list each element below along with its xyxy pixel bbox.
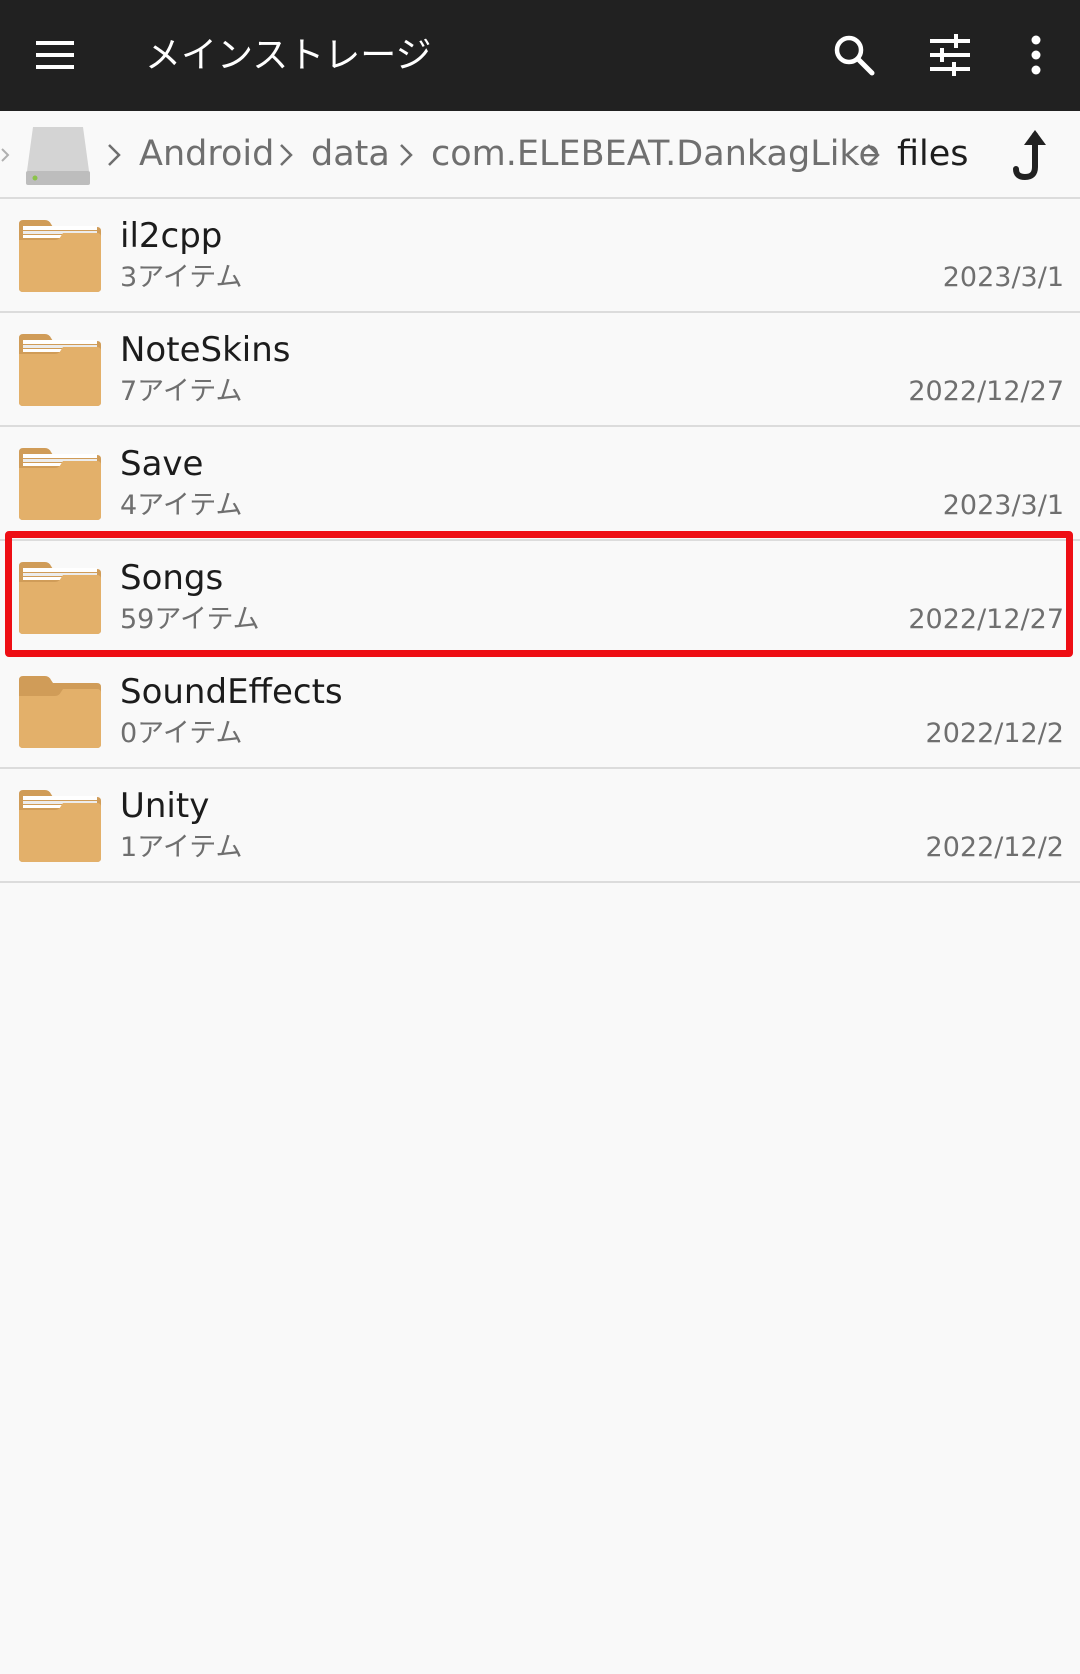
chevron-right-icon	[400, 144, 413, 166]
tune-icon[interactable]	[926, 31, 974, 79]
file-name: Save	[120, 444, 204, 484]
modified-date: 2022/12/2	[925, 832, 1064, 863]
folder-icon	[19, 448, 101, 520]
crumb-android[interactable]: Android	[139, 133, 274, 175]
folder-icon	[19, 220, 101, 292]
file-name: NoteSkins	[120, 330, 291, 370]
file-name: Unity	[120, 786, 210, 826]
item-count: 7アイテム	[120, 376, 243, 407]
modified-date: 2022/12/2	[925, 718, 1064, 749]
list-item[interactable]: Unity 1アイテム 2022/12/2	[0, 769, 1080, 883]
menu-icon[interactable]	[36, 36, 76, 76]
crumb-data[interactable]: data	[311, 133, 390, 175]
modified-date: 2023/3/1	[942, 262, 1064, 293]
list-item[interactable]: SoundEffects 0アイテム 2022/12/2	[0, 655, 1080, 769]
breadcrumb: Android data com.ELEBEAT.DankagLike file…	[0, 111, 1080, 199]
more-vert-icon[interactable]	[1012, 31, 1060, 79]
item-count: 4アイテム	[120, 490, 243, 521]
chevron-right-icon	[867, 144, 880, 166]
modified-date: 2022/12/27	[908, 604, 1064, 635]
item-count: 59アイテム	[120, 604, 260, 635]
file-name: il2cpp	[120, 216, 223, 256]
folder-icon	[19, 676, 101, 748]
modified-date: 2023/3/1	[942, 490, 1064, 521]
list-item[interactable]: Songs 59アイテム 2022/12/27	[0, 541, 1080, 655]
file-list: il2cpp 3アイテム 2023/3/1 NoteSkins 7アイテム 20…	[0, 199, 1080, 883]
arrow-up-icon[interactable]	[1010, 129, 1054, 181]
item-count: 1アイテム	[120, 832, 243, 863]
chevron-right-icon	[108, 144, 121, 166]
crumb-files[interactable]: files	[897, 133, 969, 175]
storage-drive-icon[interactable]	[25, 123, 91, 189]
app-bar: メインストレージ	[0, 0, 1080, 111]
folder-icon	[19, 562, 101, 634]
list-item[interactable]: Save 4アイテム 2023/3/1	[0, 427, 1080, 541]
item-count: 3アイテム	[120, 262, 243, 293]
file-name: Songs	[120, 558, 224, 598]
chevron-right-icon	[280, 144, 293, 166]
list-item[interactable]: il2cpp 3アイテム 2023/3/1	[0, 199, 1080, 313]
list-item[interactable]: NoteSkins 7アイテム 2022/12/27	[0, 313, 1080, 427]
modified-date: 2022/12/27	[908, 376, 1064, 407]
folder-icon	[19, 334, 101, 406]
crumb-package[interactable]: com.ELEBEAT.DankagLike	[431, 133, 880, 175]
app-title: メインストレージ	[145, 35, 432, 76]
search-icon[interactable]	[830, 31, 878, 79]
folder-icon	[19, 790, 101, 862]
item-count: 0アイテム	[120, 718, 243, 749]
file-name: SoundEffects	[120, 672, 343, 712]
chevron-right-icon	[1, 148, 10, 162]
